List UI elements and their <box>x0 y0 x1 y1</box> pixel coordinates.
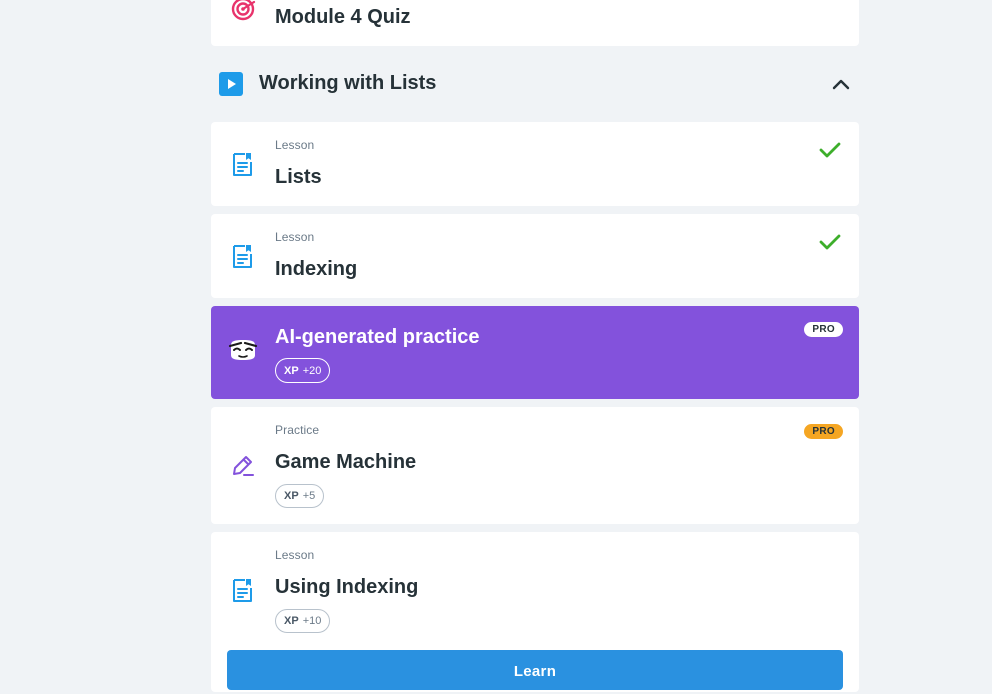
xp-label: XP <box>284 490 299 502</box>
item-type-label: Practice <box>275 423 320 437</box>
completed-check-icon <box>819 233 841 251</box>
lesson-document-icon <box>230 577 256 603</box>
item-title: AI-generated practice <box>275 326 480 348</box>
chevron-up-icon[interactable] <box>831 74 851 94</box>
item-title: Using Indexing <box>275 576 419 598</box>
practice-card-game-machine[interactable]: Practice Game Machine PRO XP +5 <box>211 407 859 524</box>
pro-badge: PRO <box>804 424 843 439</box>
lesson-card-lists[interactable]: Lesson Lists <box>211 122 859 206</box>
xp-reward-pill: XP +5 <box>275 484 325 508</box>
play-icon <box>219 72 243 96</box>
xp-reward-pill: XP +20 <box>275 358 331 383</box>
lesson-document-icon <box>230 243 256 269</box>
xp-value: +10 <box>302 615 322 627</box>
xp-value: +5 <box>302 490 316 502</box>
target-icon <box>230 0 256 22</box>
xp-label: XP <box>284 364 299 377</box>
pro-badge: PRO <box>804 322 843 337</box>
item-title: Game Machine <box>275 451 417 473</box>
learn-button[interactable]: Learn <box>227 650 843 690</box>
completed-check-icon <box>819 141 841 159</box>
section-header[interactable]: Working with Lists <box>211 60 859 108</box>
item-type-label: Lesson <box>275 548 315 562</box>
xp-label: XP <box>284 615 299 627</box>
item-type-label: Lesson <box>275 230 315 244</box>
section-title: Working with Lists <box>259 72 437 94</box>
robot-face-icon <box>228 337 258 363</box>
lesson-document-icon <box>230 151 256 177</box>
item-type-label: Lesson <box>275 138 315 152</box>
xp-reward-pill: XP +10 <box>275 609 331 633</box>
item-title: Lists <box>275 166 322 188</box>
ai-practice-card[interactable]: AI-generated practice PRO XP +20 <box>211 306 859 399</box>
module-quiz-card[interactable]: Module 4 Quiz <box>211 0 859 46</box>
xp-value: +20 <box>302 364 322 377</box>
lesson-card-indexing[interactable]: Lesson Indexing <box>211 214 859 298</box>
pencil-icon <box>230 452 256 478</box>
item-title: Indexing <box>275 258 358 280</box>
module-quiz-title: Module 4 Quiz <box>275 6 411 28</box>
